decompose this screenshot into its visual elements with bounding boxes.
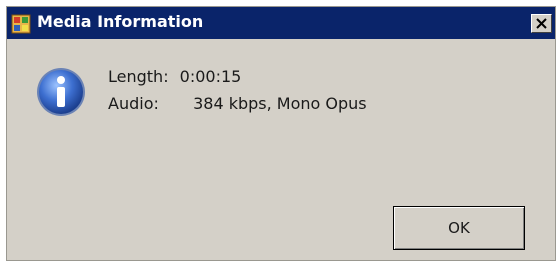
- length-row: Length: 0:00:15: [108, 67, 241, 86]
- close-icon: [536, 18, 547, 29]
- length-value: 0:00:15: [179, 67, 242, 86]
- media-information-dialog: Media Information Length: 0:00:15 Audio:…: [6, 6, 556, 261]
- information-icon: [35, 66, 87, 118]
- audio-label: Audio:: [108, 94, 159, 113]
- title-bar[interactable]: Media Information: [7, 7, 555, 39]
- ok-button[interactable]: OK: [393, 206, 525, 250]
- media-player-icon: [11, 14, 31, 34]
- close-button[interactable]: [531, 14, 552, 33]
- audio-value: 384 kbps, Mono Opus: [193, 94, 367, 113]
- audio-row: Audio: 384 kbps, Mono Opus: [108, 94, 367, 113]
- window-title: Media Information: [37, 12, 204, 31]
- length-label: Length:: [108, 67, 169, 86]
